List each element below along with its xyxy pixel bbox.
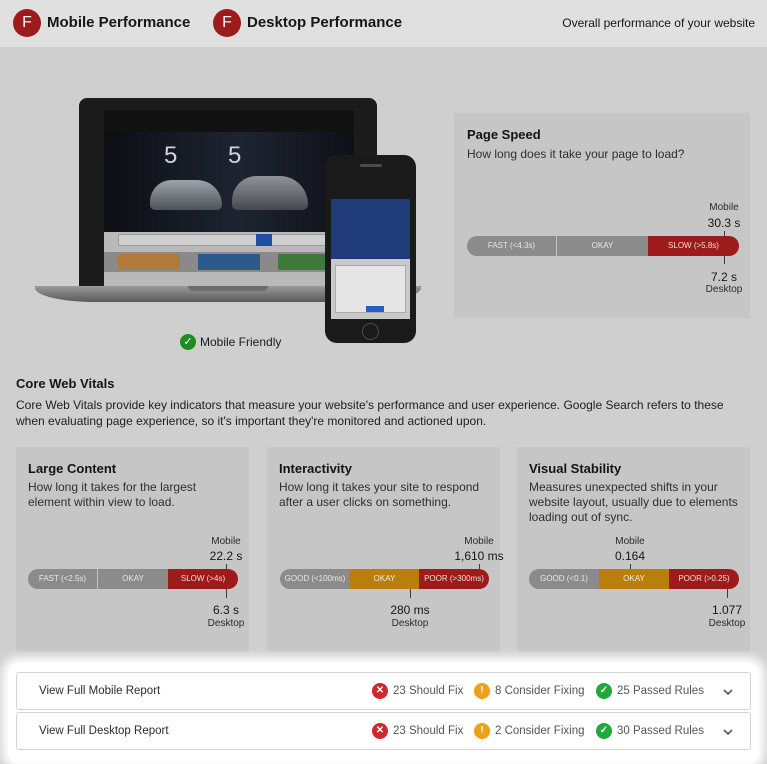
segment-okay: OKAY [599, 569, 669, 589]
page-speed-desktop-tick [724, 256, 725, 264]
laptop-notch [188, 286, 268, 291]
laptop-site-hero: 5 5 [104, 132, 354, 232]
phone-speaker [360, 164, 382, 167]
chevron-down-icon[interactable] [721, 725, 735, 739]
performance-header: F Mobile Performance F Desktop Performan… [0, 0, 767, 47]
segment-good: GOOD (<0.1) [529, 569, 599, 589]
visual-stability-title: Visual Stability [529, 461, 622, 476]
phone-home-button [362, 323, 379, 340]
phone-dialog-button [366, 306, 384, 312]
hero-car-image-1 [150, 180, 222, 210]
header-subtitle: Overall performance of your website [562, 16, 755, 30]
passed-check-icon: ✓ [596, 683, 612, 699]
page-speed-bar: FAST (<4.3s) OKAY SLOW (>5.8s) [467, 236, 739, 256]
error-x-icon: ✕ [372, 683, 388, 699]
laptop-screenshot: 5 5 [104, 110, 354, 286]
desktop-report-title[interactable]: View Full Desktop Report [39, 725, 169, 737]
check-circle-icon: ✓ [180, 334, 196, 350]
page-speed-mobile-label: Mobile [709, 202, 739, 213]
visual-stability-desktop-value: 1.077 [711, 603, 743, 617]
large-content-card: Large Content How long it takes for the … [16, 447, 249, 652]
error-x-icon: ✕ [372, 723, 388, 739]
large-content-desktop-value: 6.3 s [212, 603, 239, 617]
segment-poor: POOR (>300ms) [419, 569, 489, 589]
interactivity-card: Interactivity How long it takes your sit… [267, 447, 504, 652]
desktop-should-fix: 23 Should Fix [393, 725, 464, 737]
segment-good: GOOD (<100ms) [280, 569, 350, 589]
phone-site-menu [331, 199, 410, 259]
visual-stability-desktop-label: Desktop [708, 618, 746, 629]
core-web-vitals-title: Core Web Vitals [16, 376, 115, 391]
desktop-passed-rules: 30 Passed Rules [617, 725, 704, 737]
visual-stability-card: Visual Stability Measures unexpected shi… [517, 447, 750, 652]
page-speed-desktop-label: Desktop [705, 284, 743, 295]
desktop-grade-badge: F [213, 9, 241, 37]
visual-stability-bar: GOOD (<0.1) OKAY POOR (>0.25) [529, 569, 739, 589]
interactivity-mobile-label: Mobile [464, 536, 494, 547]
large-content-desktop-label: Desktop [207, 618, 245, 629]
page-speed-description: How long does it take your page to load? [467, 147, 685, 161]
mobile-friendly-label: Mobile Friendly [200, 335, 282, 349]
interactivity-description: How long it takes your site to respond a… [279, 480, 480, 509]
mobile-passed-rules: 25 Passed Rules [617, 685, 704, 697]
laptop-tile-1 [118, 254, 180, 270]
core-web-vitals-description: Core Web Vitals provide key indicators t… [16, 398, 724, 428]
laptop-site-search-button [256, 234, 272, 246]
interactivity-bar: GOOD (<100ms) OKAY POOR (>300ms) [280, 569, 489, 589]
large-content-mobile-label: Mobile [211, 536, 241, 547]
laptop-site-search [118, 234, 340, 246]
mobile-report-row[interactable]: View Full Mobile Report ✕ 23 Should Fix … [16, 672, 751, 710]
large-content-bar: FAST (<2.5s) OKAY SLOW (>4s) [28, 569, 238, 589]
visual-stability-description: Measures unexpected shifts in your websi… [529, 480, 738, 524]
laptop-site-nav [104, 110, 354, 132]
interactivity-desktop-value: 280 ms [390, 603, 430, 617]
chevron-down-icon[interactable] [721, 685, 735, 699]
page-speed-title: Page Speed [467, 127, 541, 142]
mobile-consider-fixing: 8 Consider Fixing [495, 685, 585, 697]
segment-fast: FAST (<2.5s) [28, 569, 98, 589]
desktop-consider-fixing: 2 Consider Fixing [495, 725, 585, 737]
mobile-report-title[interactable]: View Full Mobile Report [39, 685, 160, 697]
visual-stability-mobile-label: Mobile [615, 536, 645, 547]
visual-stability-mobile-value: 0.164 [614, 549, 646, 563]
large-content-description: How long it takes for the largest elemen… [28, 480, 197, 509]
desktop-report-row[interactable]: View Full Desktop Report ✕ 23 Should Fix… [16, 712, 751, 750]
large-content-title: Large Content [28, 461, 117, 476]
visual-stability-desktop-tick [727, 589, 728, 598]
laptop-tile-2 [198, 254, 260, 270]
segment-okay: OKAY [98, 569, 168, 589]
mobile-performance-title: Mobile Performance [47, 14, 191, 31]
segment-poor: POOR (>0.25) [669, 569, 739, 589]
phone-site-nav [331, 173, 410, 199]
hero-model-number-1: 5 [164, 142, 178, 169]
interactivity-desktop-label: Desktop [391, 618, 429, 629]
desktop-performance-title: Desktop Performance [247, 14, 403, 31]
large-content-mobile-value: 22.2 s [209, 549, 243, 563]
segment-okay: OKAY [557, 236, 648, 256]
hero-car-image-2 [232, 176, 308, 210]
passed-check-icon: ✓ [596, 723, 612, 739]
segment-fast: FAST (<4.3s) [467, 236, 557, 256]
phone-site-dialog [335, 265, 406, 313]
segment-okay: OKAY [350, 569, 419, 589]
page-speed-desktop-value: 7.2 s [710, 270, 737, 284]
hero-model-number-2: 5 [228, 142, 242, 169]
interactivity-mobile-value: 1,610 ms [454, 549, 504, 563]
segment-slow: SLOW (>4s) [168, 569, 238, 589]
interactivity-desktop-tick [410, 589, 411, 598]
large-content-desktop-tick [226, 589, 227, 598]
interactivity-title: Interactivity [279, 461, 352, 476]
warning-exclamation-icon: ! [474, 683, 490, 699]
warning-exclamation-icon: ! [474, 723, 490, 739]
mobile-grade-badge: F [13, 9, 41, 37]
mobile-should-fix: 23 Should Fix [393, 685, 464, 697]
page-speed-mobile-value: 30.3 s [707, 216, 741, 230]
page-speed-card: Page Speed How long does it take your pa… [454, 113, 750, 318]
segment-slow: SLOW (>5.8s) [648, 236, 739, 256]
phone-screenshot [331, 173, 410, 319]
